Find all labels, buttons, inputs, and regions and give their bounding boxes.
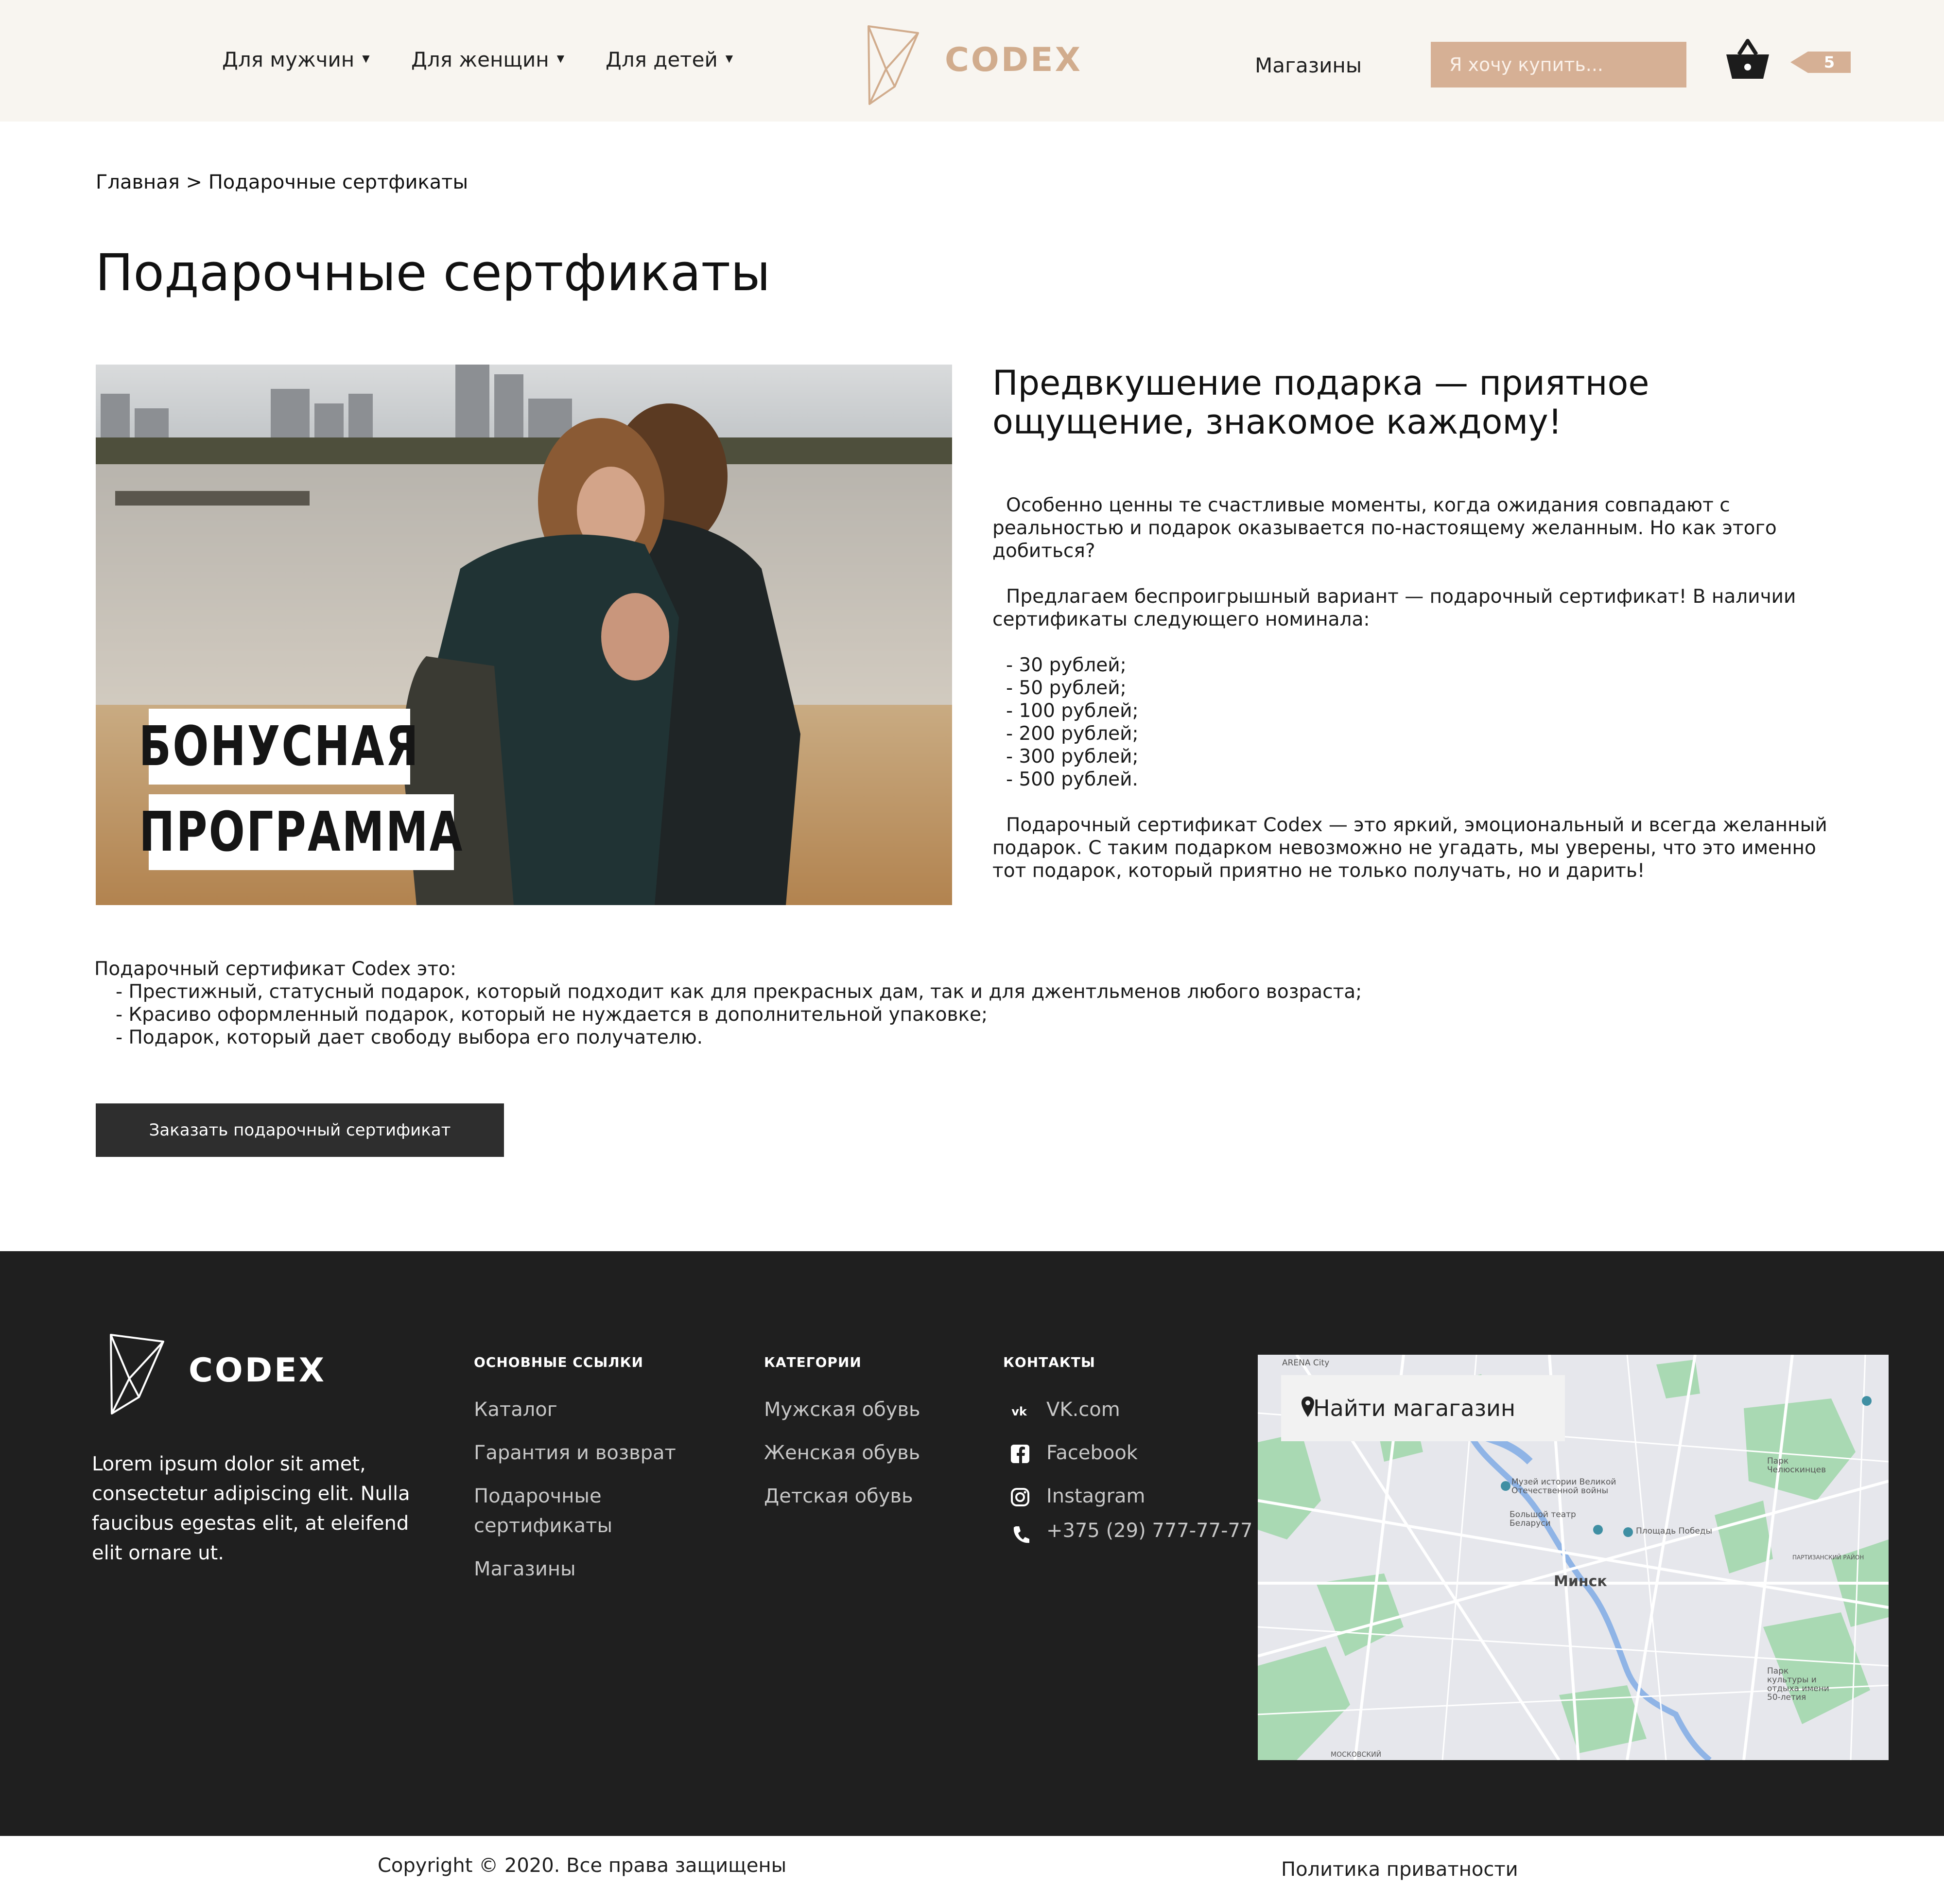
benefit-item: - Подарок, который дает свободу выбора е… (116, 1027, 703, 1048)
privacy-policy-link[interactable]: Политика приватности (1281, 1858, 1518, 1881)
footer-link-certificates[interactable]: Подарочные сертификаты (474, 1482, 649, 1541)
page-title: Подарочные сертфикаты (95, 243, 771, 302)
bottom-bar: Copyright © 2020. Все права защищены Пол… (0, 1836, 1944, 1904)
footer-logo-text[interactable]: CODEX (189, 1351, 326, 1390)
benefits-list: - Престижный, статусный подарок, который… (94, 980, 1552, 1049)
search-box[interactable] (1431, 42, 1686, 87)
site-header: Для мужчин ▼ Для женщин ▼ Для детей ▼ CODEX… (0, 0, 1944, 122)
map-label-square: Площадь Победы (1636, 1526, 1712, 1536)
footer-categories-title: КАТЕГОРИИ (764, 1354, 862, 1370)
denomination-item: - 300 рублей; (1006, 746, 1139, 768)
nav-women[interactable]: Для женщин ▼ (411, 48, 564, 71)
footer-link-warranty[interactable]: Гарантия и возврат (474, 1438, 676, 1468)
contact-vk[interactable]: VK.com (1046, 1395, 1120, 1425)
denomination-item: - 500 рублей. (1006, 769, 1138, 790)
denomination-item: - 200 рублей; (1006, 723, 1139, 745)
intro-text: Особенно ценны те счастливые моменты, ко… (992, 494, 1848, 905)
contact-facebook[interactable]: Facebook (1046, 1438, 1138, 1468)
caret-down-icon: ▼ (556, 52, 565, 64)
location-pin-icon (1302, 1397, 1314, 1417)
nav-kids[interactable]: Для детей ▼ (606, 48, 733, 71)
hero-image: БОНУСНАЯ ПРОГРАММА (96, 365, 952, 905)
benefit-item: - Престижный, статусный подарок, который… (116, 981, 1362, 1003)
denomination-list: - 30 рублей; - 50 рублей; - 100 рублей; … (992, 654, 1848, 791)
copyright-text: Copyright © 2020. Все права защищены (378, 1854, 787, 1877)
intro-paragraph-2: Предлагаем беспроигрышный вариант — пода… (992, 586, 1796, 630)
map-label-theatre: Большой театр Беларуси (1510, 1510, 1576, 1528)
footer-category-kids[interactable]: Детская обувь (764, 1482, 913, 1511)
map-label-moskovsky: МОСКОВСКИЙ (1331, 1751, 1382, 1759)
promo-label-line1: БОНУСНАЯ (139, 709, 418, 785)
map-label-arena: ARENA City (1282, 1358, 1330, 1368)
denomination-item: - 100 рублей; (1006, 700, 1139, 722)
nav-men[interactable]: Для мужчин ▼ (222, 48, 370, 71)
promo-label-line2: ПРОГРАММА (139, 794, 462, 870)
map-label-museum: Музей истории Великой Отечественной войн… (1511, 1477, 1616, 1496)
map-label-park2: Парк культуры и отдыха имени 50-летия (1767, 1666, 1829, 1702)
phone-icon[interactable] (1011, 1524, 1031, 1545)
basket-icon[interactable] (1724, 38, 1771, 82)
footer-link-catalog[interactable]: Каталог (474, 1395, 557, 1425)
benefits-block: Подарочный сертификат Codex это: - Прест… (94, 958, 1552, 1049)
cart-count-badge[interactable]: 5 (1790, 52, 1851, 73)
intro-heading: Предвкушение подарка — приятное ощущение… (992, 363, 1649, 442)
footer-contacts-title: КОНТАКТЫ (1003, 1354, 1095, 1370)
breadcrumb[interactable]: Главная > Подарочные сертфикаты (96, 171, 468, 193)
svg-text:vk: vk (1011, 1405, 1027, 1418)
facebook-icon[interactable] (1010, 1444, 1030, 1464)
map-label-partizan: ПАРТИЗАНСКИЙ РАЙОН (1792, 1554, 1864, 1561)
find-store-button[interactable]: Найти магагазин (1281, 1375, 1565, 1441)
cart-count: 5 (1823, 53, 1835, 71)
caret-down-icon: ▼ (362, 52, 370, 64)
contact-instagram[interactable]: Instagram (1046, 1482, 1146, 1511)
order-certificate-button[interactable]: Заказать подарочный сертификат (96, 1103, 504, 1157)
contact-phone[interactable]: +375 (29) 777-77-77 (1046, 1516, 1252, 1546)
store-map[interactable]: ARENA City Музей истории Великой Отечест… (1258, 1355, 1889, 1760)
promo-line1-text: БОНУСНАЯ (139, 715, 420, 778)
search-input[interactable] (1448, 53, 1669, 76)
denomination-item: - 50 рублей; (1006, 677, 1127, 699)
vk-icon[interactable]: vk (1009, 1401, 1029, 1421)
benefit-item: - Красиво оформленный подарок, который н… (116, 1004, 988, 1026)
footer-about-text: Lorem ipsum dolor sit amet, consectetur … (92, 1453, 410, 1564)
footer-logo-mark-icon[interactable] (109, 1333, 165, 1415)
nav-men-label: Для мужчин (222, 48, 355, 71)
promo-line2-text: ПРОГРАММА (139, 801, 464, 864)
footer-link-stores[interactable]: Магазины (474, 1555, 576, 1584)
instagram-icon[interactable] (1010, 1487, 1030, 1507)
map-label-park1: Парк Челюскинцев (1767, 1456, 1826, 1475)
nav-kids-label: Для детей (606, 48, 718, 71)
denomination-item: - 30 рублей; (1006, 654, 1127, 676)
intro-paragraph-3: Подарочный сертификат Codex — это яркий,… (992, 814, 1827, 882)
nav-women-label: Для женщин (411, 48, 549, 71)
benefits-title: Подарочный сертификат Codex это: (94, 958, 457, 980)
stores-link[interactable]: Магазины (1255, 53, 1362, 77)
footer-category-men[interactable]: Мужская обувь (764, 1395, 920, 1425)
caret-down-icon: ▼ (725, 52, 733, 64)
site-footer: CODEX Lorem ipsum dolor sit amet, consec… (0, 1251, 1944, 1836)
footer-category-women[interactable]: Женская обувь (764, 1438, 920, 1468)
find-store-label: Найти магагазин (1313, 1395, 1516, 1421)
logo-text[interactable]: CODEX (945, 41, 1082, 79)
intro-paragraph-1: Особенно ценны те счастливые моменты, ко… (992, 494, 1777, 562)
map-city-label: Минск (1554, 1573, 1607, 1590)
footer-links-title: ОСНОВНЫЕ ССЫЛКИ (474, 1354, 643, 1370)
logo-mark-icon[interactable] (867, 24, 920, 106)
